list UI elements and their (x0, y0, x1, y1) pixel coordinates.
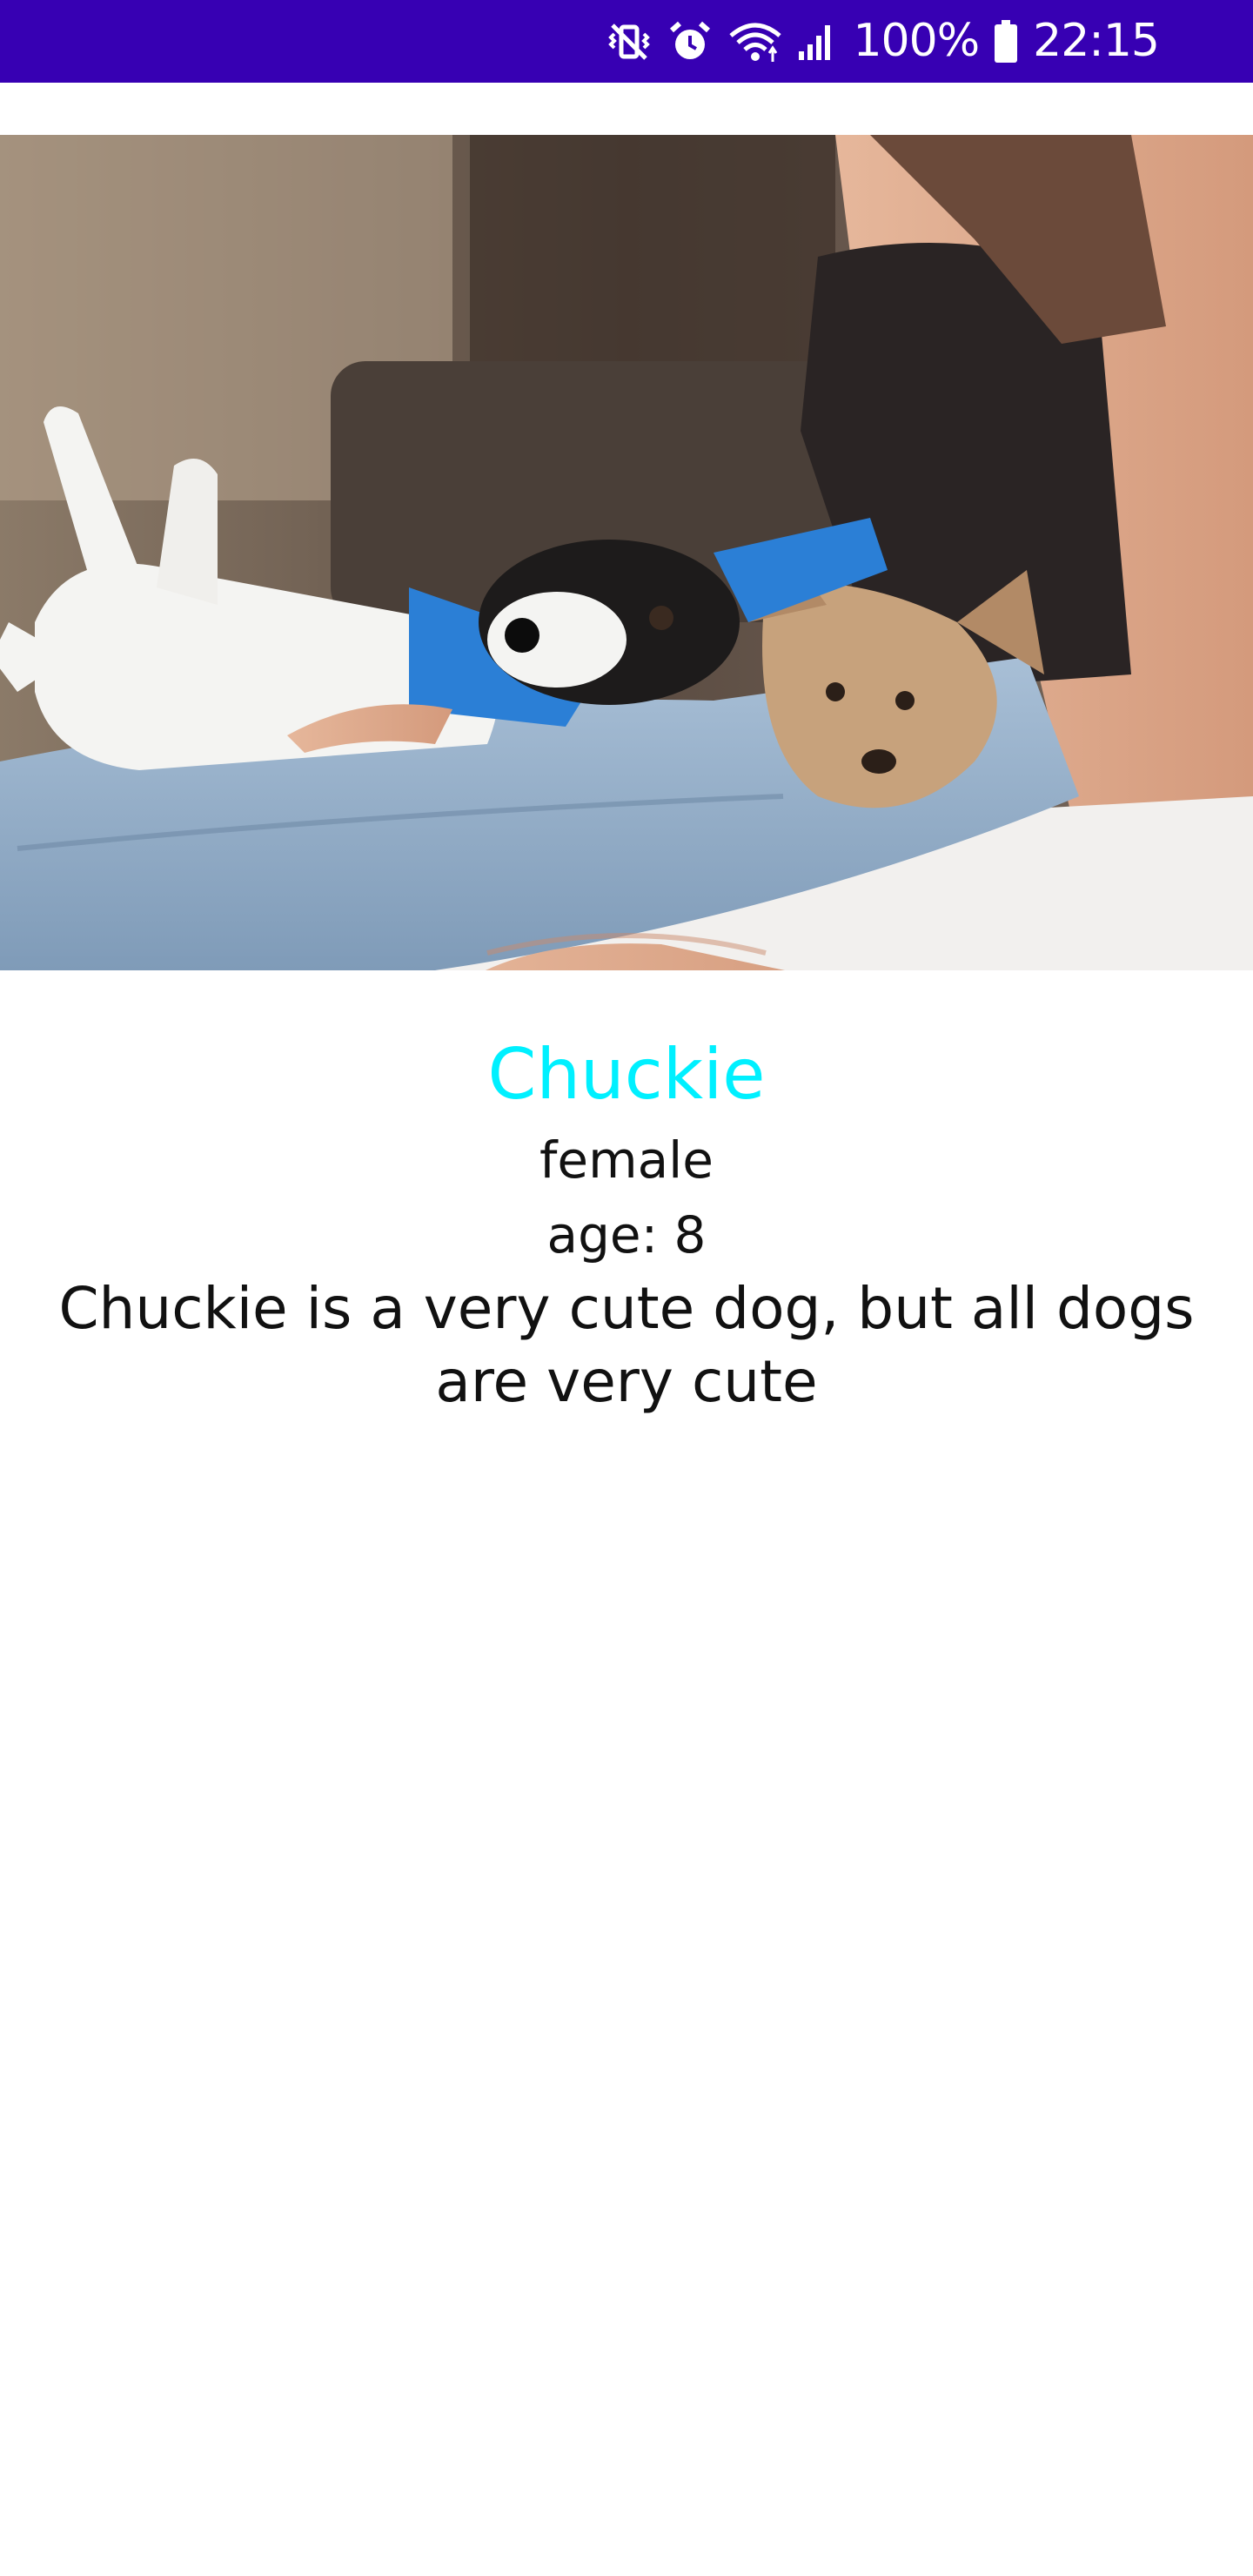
battery-percentage: 100% (853, 15, 980, 67)
dog-age: age: 8 (546, 1205, 707, 1265)
clock: 22:15 (1033, 15, 1160, 67)
dog-description: Chuckie is a very cute dog, but all dogs… (58, 1275, 1195, 1415)
status-icons: 100% 22:15 (606, 0, 1160, 83)
battery-icon (993, 18, 1019, 65)
alarm-icon (667, 18, 714, 65)
wifi-icon (727, 18, 783, 65)
signal-icon (797, 18, 839, 65)
dog-name: Chuckie (487, 1034, 766, 1115)
dog-gender: female (539, 1130, 714, 1190)
dog-details: Chuckie female age: 8 Chuckie is a very … (0, 1027, 1253, 1419)
status-bar: 100% 22:15 (0, 0, 1253, 83)
vibrate-muted-icon (606, 18, 653, 65)
dog-photo (0, 135, 1253, 970)
